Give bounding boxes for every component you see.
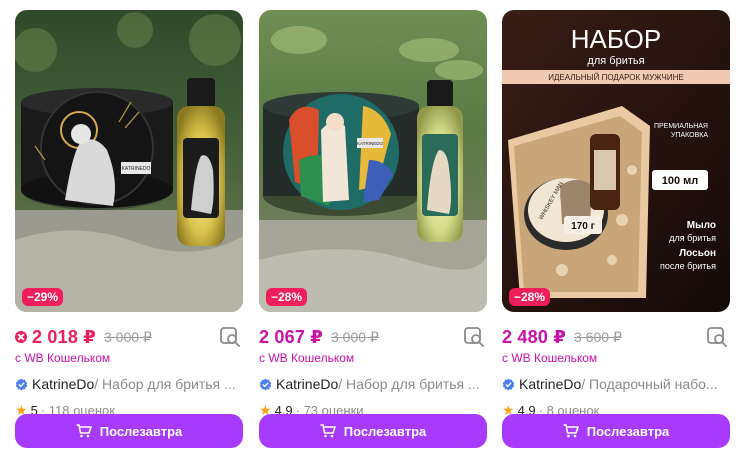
similar-search-icon[interactable] (706, 325, 728, 347)
add-to-cart-button[interactable]: Послезавтра (259, 414, 487, 448)
promo-banner: ИДЕАЛЬНЫЙ ПОДАРОК МУЖЧИНЕ (548, 73, 684, 82)
discount-badge: −29% (22, 288, 64, 306)
cart-icon (320, 424, 336, 438)
add-to-cart-button[interactable]: Послезавтра (15, 414, 243, 448)
discount-badge: −28% (266, 288, 308, 306)
packaging-note-1: ПРЕМИАЛЬНАЯ (654, 123, 708, 130)
verified-check-icon (502, 377, 515, 391)
product-image[interactable]: НАБОР для бритья ИДЕАЛЬНЫЙ ПОДАРОК МУЖЧИ… (502, 10, 730, 312)
cart-icon (563, 424, 579, 438)
product-title[interactable]: KatrineDo / Набор для бритья ... (15, 375, 243, 393)
add-to-cart-label: Послезавтра (343, 423, 427, 439)
soap-sub: для бритья (669, 233, 716, 243)
lotion-sub: после бритья (660, 261, 716, 271)
current-price: 2 480 ₽ (502, 326, 566, 347)
similar-search-icon[interactable] (463, 325, 485, 347)
brand-name: KatrineDo (32, 376, 95, 392)
similar-search-icon[interactable] (219, 325, 241, 347)
promo-title: НАБОР (571, 24, 661, 54)
product-image[interactable]: KATRINEDO −29% (15, 10, 243, 312)
old-price: 3 600 ₽ (573, 328, 622, 345)
old-price: 3 000 ₽ (103, 328, 152, 345)
wallet-note: с WB Кошельком (15, 351, 111, 365)
product-grid: KATRINEDO −29% 2 018 ₽ 3 000 ₽ с WB Коше… (0, 0, 742, 467)
verified-check-icon (15, 377, 28, 391)
cart-icon (76, 424, 92, 438)
add-to-cart-button[interactable]: Послезавтра (502, 414, 730, 448)
brand-name: KatrineDo (276, 376, 339, 392)
product-name: / Набор для бритья ... (94, 376, 236, 392)
lotion-label: Лосьон (679, 248, 716, 259)
brand-name: KatrineDo (519, 376, 582, 392)
price-row: 2 018 ₽ 3 000 ₽ (15, 325, 243, 349)
packaging-note-2: УПАКОВКА (671, 132, 708, 139)
weight-label: 170 г (571, 221, 595, 232)
current-price: 2 067 ₽ (259, 326, 323, 347)
price-row: 2 480 ₽ 3 600 ₽ (502, 325, 730, 349)
price-row: 2 067 ₽ 3 000 ₽ (259, 325, 487, 349)
soap-label: Мыло (687, 220, 716, 231)
wallet-note: с WB Кошельком (502, 351, 598, 365)
sale-x-icon (15, 331, 27, 343)
volume-label: 100 мл (662, 175, 699, 187)
can-label-text: KATRINEDO (122, 166, 151, 172)
current-price: 2 018 ₽ (32, 326, 96, 347)
old-price: 3 000 ₽ (330, 328, 379, 345)
product-image[interactable]: KATRINEDO −28% (259, 10, 487, 312)
product-name: / Набор для бритья ... (338, 376, 480, 392)
product-title[interactable]: KatrineDo / Набор для бритья ... (259, 375, 487, 393)
add-to-cart-label: Послезавтра (586, 423, 670, 439)
product-card[interactable]: KATRINEDO −29% 2 018 ₽ 3 000 ₽ с WB Коше… (15, 10, 243, 419)
wallet-note: с WB Кошельком (259, 351, 355, 365)
add-to-cart-label: Послезавтра (99, 423, 183, 439)
verified-check-icon (259, 377, 272, 391)
discount-badge: −28% (509, 288, 551, 306)
promo-subtitle: для бритья (587, 55, 644, 67)
product-name: / Подарочный набо... (581, 376, 718, 392)
product-card[interactable]: KATRINEDO −28% 2 067 ₽ 3 000 ₽ с WB Коше… (259, 10, 487, 419)
product-title[interactable]: KatrineDo / Подарочный набо... (502, 375, 730, 393)
can-label-text: KATRINEDO (357, 141, 383, 146)
product-card[interactable]: НАБОР для бритья ИДЕАЛЬНЫЙ ПОДАРОК МУЖЧИ… (502, 10, 730, 419)
